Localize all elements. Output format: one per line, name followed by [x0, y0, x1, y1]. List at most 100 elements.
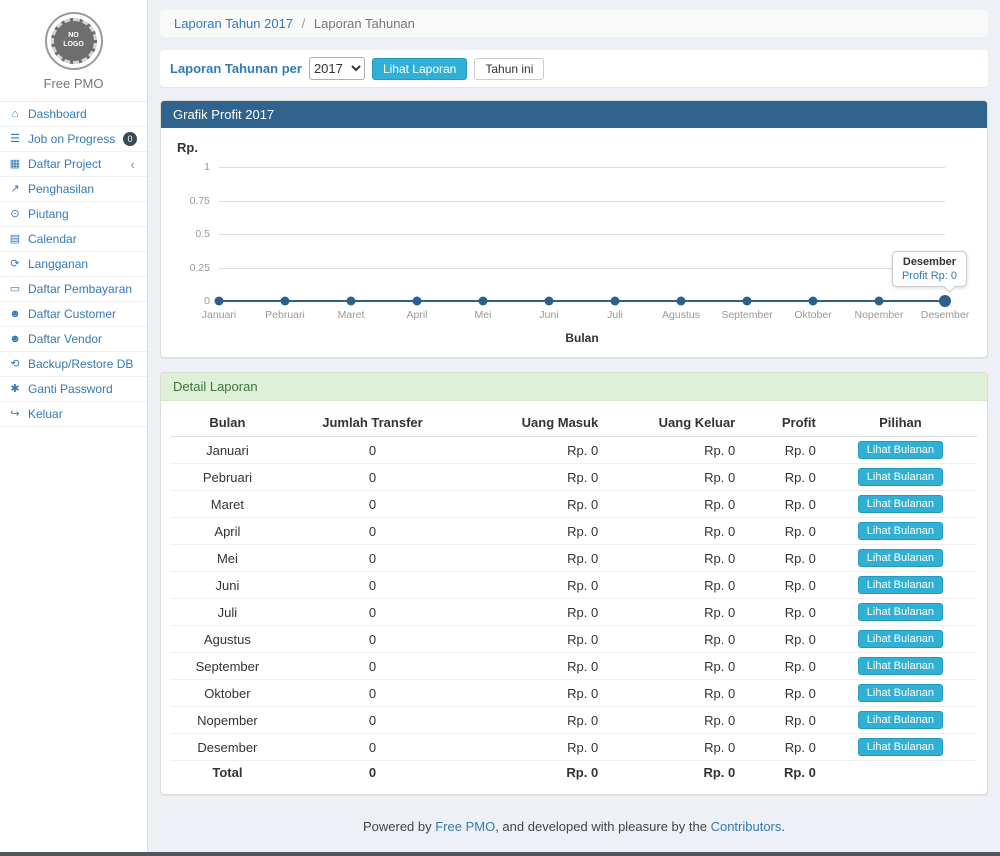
cell-jumlah-transfer: 0 [284, 626, 461, 653]
lihat-bulanan-button-september[interactable]: Lihat Bulanan [858, 657, 943, 675]
y-axis-label: Rp. [177, 140, 945, 155]
table-row-mei: Mei0Rp. 0Rp. 0Rp. 0Lihat Bulanan [171, 545, 977, 572]
table-row-agustus: Agustus0Rp. 0Rp. 0Rp. 0Lihat Bulanan [171, 626, 977, 653]
lihat-bulanan-button-maret[interactable]: Lihat Bulanan [858, 495, 943, 513]
cell-pilihan: Lihat Bulanan [824, 599, 977, 626]
cell-uang-masuk: Rp. 0 [461, 545, 606, 572]
sidebar-item-penghasilan[interactable]: ↗Penghasilan [0, 177, 147, 202]
x-tick-label: September [721, 309, 772, 321]
chart-tooltip: Desember Profit Rp: 0 [892, 251, 967, 287]
cell-uang-masuk: Rp. 0 [461, 680, 606, 707]
cell-profit: Rp. 0 [743, 464, 824, 491]
data-point-april[interactable] [413, 297, 422, 306]
cell-pilihan: Lihat Bulanan [824, 437, 977, 464]
lihat-bulanan-button-januari[interactable]: Lihat Bulanan [858, 441, 943, 459]
detail-body: BulanJumlah TransferUang MasukUang Kelua… [161, 401, 987, 794]
data-point-mei[interactable] [479, 297, 488, 306]
sidebar-item-daftar-customer[interactable]: ☻Daftar Customer [0, 302, 147, 327]
footer-link-contributors[interactable]: Contributors [711, 819, 782, 834]
sidebar-item-label: Daftar Vendor [28, 331, 102, 347]
breadcrumb: Laporan Tahun 2017 / Laporan Tahunan [160, 10, 988, 37]
table-row-januari: Januari0Rp. 0Rp. 0Rp. 0Lihat Bulanan [171, 437, 977, 464]
data-point-januari[interactable] [215, 297, 224, 306]
sidebar-item-backup-restore-db[interactable]: ⟲Backup/Restore DB [0, 352, 147, 377]
table-row-nopember: Nopember0Rp. 0Rp. 0Rp. 0Lihat Bulanan [171, 707, 977, 734]
cell-bulan: Oktober [171, 680, 284, 707]
lihat-bulanan-button-pebruari[interactable]: Lihat Bulanan [858, 468, 943, 486]
sidebar-item-dashboard[interactable]: ⌂Dashboard [0, 102, 147, 127]
lihat-laporan-button[interactable]: Lihat Laporan [372, 58, 467, 80]
data-point-juni[interactable] [545, 297, 554, 306]
sidebar-item-label: Daftar Pembayaran [28, 281, 132, 297]
breadcrumb-link-laporan-tahun[interactable]: Laporan Tahun 2017 [174, 16, 293, 31]
income-chart-icon: ↗ [8, 181, 22, 197]
cell-jumlah-transfer: 0 [284, 653, 461, 680]
lihat-bulanan-button-desember[interactable]: Lihat Bulanan [858, 738, 943, 756]
x-tick-label: Juli [607, 309, 623, 321]
detail-table: BulanJumlah TransferUang MasukUang Kelua… [171, 409, 977, 784]
cell-profit: Rp. 0 [743, 572, 824, 599]
lihat-bulanan-button-juni[interactable]: Lihat Bulanan [858, 576, 943, 594]
x-tick-label: Mei [475, 309, 492, 321]
project-list-icon: ▦ [8, 156, 22, 172]
sidebar-item-daftar-project[interactable]: ▦Daftar Project‹ [0, 152, 147, 177]
cell-jumlah-transfer: 0 [284, 545, 461, 572]
sidebar-item-langganan[interactable]: ⟳Langganan [0, 252, 147, 277]
cell-profit: Rp. 0 [743, 626, 824, 653]
receivable-icon: ⊙ [8, 206, 22, 222]
data-point-pebruari[interactable] [281, 297, 290, 306]
cell-profit: Rp. 0 [743, 518, 824, 545]
cell-uang-masuk: Rp. 0 [461, 626, 606, 653]
job-on-progress-count-badge: 0 [123, 132, 137, 146]
cell-pilihan: Lihat Bulanan [824, 653, 977, 680]
sidebar-item-keluar[interactable]: ↪Keluar [0, 402, 147, 427]
data-point-maret[interactable] [347, 297, 356, 306]
sidebar-item-calendar[interactable]: ▤Calendar [0, 227, 147, 252]
x-tick-label: Juni [539, 309, 558, 321]
cell-pilihan [824, 761, 977, 785]
table-row-april: April0Rp. 0Rp. 0Rp. 0Lihat Bulanan [171, 518, 977, 545]
data-point-september[interactable] [743, 297, 752, 306]
cell-bulan: Juli [171, 599, 284, 626]
cell-jumlah-transfer: 0 [284, 518, 461, 545]
data-point-agustus[interactable] [677, 297, 686, 306]
cell-uang-keluar: Rp. 0 [606, 518, 743, 545]
cell-bulan: Nopember [171, 707, 284, 734]
footer-link-free-pmo[interactable]: Free PMO [435, 819, 495, 834]
sidebar-menu: ⌂Dashboard☰Job on Progress0 ▦ Daftar Proje… [0, 101, 147, 427]
cell-profit: Rp. 0 [743, 437, 824, 464]
lihat-bulanan-button-juli[interactable]: Lihat Bulanan [858, 603, 943, 621]
cell-uang-keluar: Rp. 0 [606, 437, 743, 464]
lihat-bulanan-button-april[interactable]: Lihat Bulanan [858, 522, 943, 540]
sidebar-item-label: Calendar [28, 231, 77, 247]
x-axis-title: Bulan [219, 331, 945, 345]
tahun-ini-button[interactable]: Tahun ini [474, 58, 544, 80]
data-point-oktober[interactable] [809, 297, 818, 306]
sidebar: NO LOGO Free PMO ⌂Dashboard☰Job on Progr… [0, 0, 148, 856]
cell-uang-masuk: Rp. 0 [461, 572, 606, 599]
sidebar-item-daftar-pembayaran[interactable]: ▭Daftar Pembayaran [0, 277, 147, 302]
lihat-bulanan-button-mei[interactable]: Lihat Bulanan [858, 549, 943, 567]
y-tick-label: 0.5 [195, 228, 210, 240]
cell-uang-keluar: Rp. 0 [606, 734, 743, 761]
cell-jumlah-transfer: 0 [284, 680, 461, 707]
data-point-nopember[interactable] [875, 297, 884, 306]
year-select[interactable]: 2017 [309, 57, 365, 80]
lihat-bulanan-button-agustus[interactable]: Lihat Bulanan [858, 630, 943, 648]
sidebar-item-daftar-vendor[interactable]: ☻Daftar Vendor [0, 327, 147, 352]
lihat-bulanan-button-nopember[interactable]: Lihat Bulanan [858, 711, 943, 729]
cell-profit: Rp. 0 [743, 680, 824, 707]
sidebar-item-ganti-password[interactable]: ✱Ganti Password [0, 377, 147, 402]
sidebar-item-piutang[interactable]: ⊙Piutang [0, 202, 147, 227]
cell-uang-keluar: Rp. 0 [606, 599, 743, 626]
table-row-maret: Maret0Rp. 0Rp. 0Rp. 0Lihat Bulanan [171, 491, 977, 518]
cell-bulan: Desember [171, 734, 284, 761]
data-point-desember[interactable] [939, 295, 951, 307]
lihat-bulanan-button-oktober[interactable]: Lihat Bulanan [858, 684, 943, 702]
cell-profit: Rp. 0 [743, 707, 824, 734]
sidebar-item-job-on-progress[interactable]: ☰Job on Progress0 [0, 127, 147, 152]
cell-profit: Rp. 0 [743, 599, 824, 626]
data-point-juli[interactable] [611, 297, 620, 306]
y-tick-label: 0 [204, 295, 210, 307]
sidebar-item-label: Daftar Project [28, 156, 101, 172]
